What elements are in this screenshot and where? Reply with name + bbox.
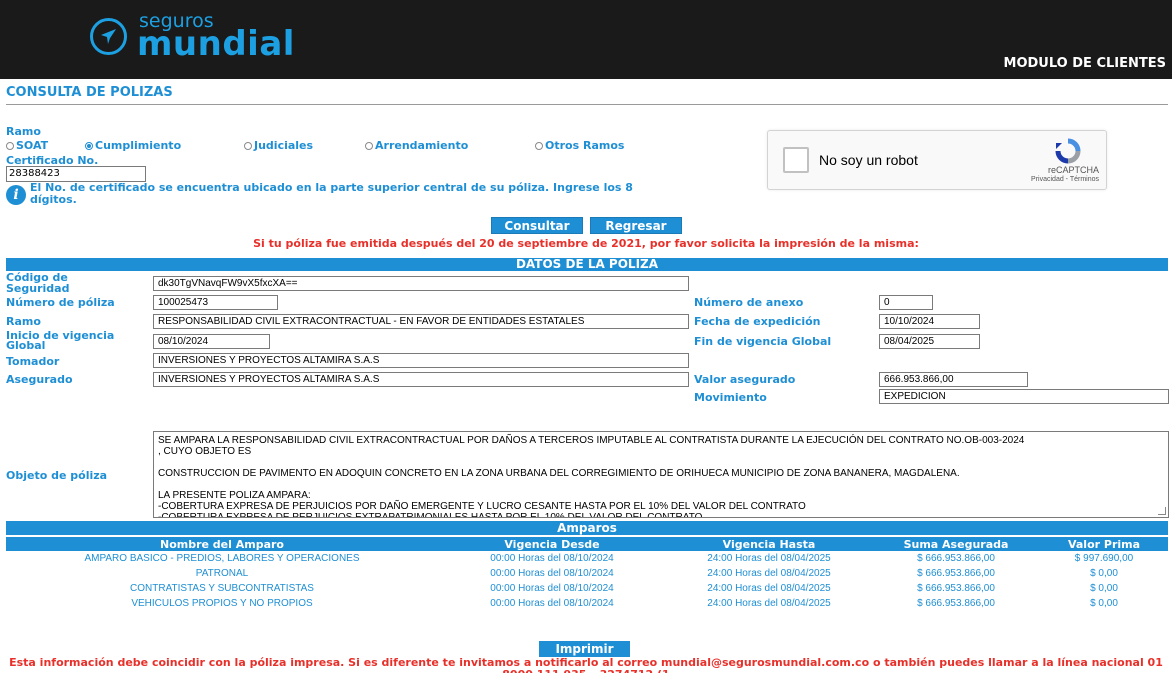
datos-section-header: DATOS DE LA POLIZA [6, 258, 1168, 271]
valor-prima-cell: $ 997.690,00 [1074, 553, 1134, 564]
vigencia-desde-cell: 00:00 Horas del 08/10/2024 [490, 568, 614, 579]
table-header-row: Nombre del Amparo Vigencia Desde Vigenci… [6, 537, 1168, 551]
module-title: MODULO DE CLIENTES [1003, 56, 1166, 71]
tomador-label: Tomador [6, 355, 60, 368]
suma-asegurada-cell: $ 666.953.866,00 [917, 583, 995, 594]
column-header: Vigencia Desde [438, 537, 666, 551]
ramo-label: Ramo [6, 125, 41, 138]
fin-vigencia-label: Fin de vigencia Global [694, 335, 832, 348]
valor-prima-cell: $ 0,00 [1090, 598, 1118, 609]
vigencia-desde-cell: 00:00 Horas del 08/10/2024 [490, 598, 614, 609]
info-text: El No. de certificado se encuentra ubica… [30, 181, 633, 206]
numero-poliza-field: 100025473 [153, 295, 278, 310]
recaptcha-widget: No soy un robot reCAPTCHA Privacidad - T… [767, 130, 1107, 190]
amparo-name-cell: AMPARO BASICO - PREDIOS, LABORES Y OPERA… [84, 553, 360, 564]
resize-grip-icon[interactable] [1158, 507, 1166, 515]
radio-dot-selected[interactable] [85, 141, 93, 150]
radio-cumplimiento[interactable]: Cumplimiento [85, 139, 181, 152]
radio-arrendamiento[interactable]: Arrendamiento [365, 139, 468, 152]
regresar-button[interactable]: Regresar [590, 217, 682, 234]
recaptcha-brand: reCAPTCHA [1047, 165, 1099, 175]
recaptcha-links[interactable]: Privacidad - Términos [1031, 176, 1099, 183]
table-row: PATRONAL 00:00 Horas del 08/10/2024 24:0… [6, 566, 1168, 581]
info-icon: i [6, 185, 26, 205]
suma-asegurada-cell: $ 666.953.866,00 [917, 568, 995, 579]
amparo-name-cell: CONTRATISTAS Y SUBCONTRATISTAS [130, 583, 314, 594]
column-header: Suma Asegurada [872, 537, 1040, 551]
vigencia-hasta-cell: 24:00 Horas del 08/04/2025 [707, 583, 831, 594]
radio-label: Arrendamiento [375, 139, 469, 152]
valor-asegurado-field: 666.953.866,00 [879, 372, 1028, 387]
asegurado-field: INVERSIONES Y PROYECTOS ALTAMIRA S.A.S [153, 372, 689, 387]
column-header: Valor Prima [1040, 537, 1168, 551]
fin-vigencia-field: 08/04/2025 [879, 334, 980, 349]
vigencia-desde-cell: 00:00 Horas del 08/10/2024 [490, 553, 614, 564]
objeto-text: SE AMPARA LA RESPONSABILIDAD CIVIL EXTRA… [158, 435, 1025, 518]
vigencia-desde-cell: 00:00 Horas del 08/10/2024 [490, 583, 614, 594]
table-row: CONTRATISTAS Y SUBCONTRATISTAS 00:00 Hor… [6, 581, 1168, 596]
suma-asegurada-cell: $ 666.953.866,00 [917, 598, 995, 609]
fecha-expedicion-field: 10/10/2024 [879, 314, 980, 329]
inicio-vigencia-label: Inicio de vigencia Global [6, 329, 115, 352]
radio-dot[interactable] [244, 141, 252, 150]
recaptcha-checkbox[interactable] [783, 147, 809, 173]
movimiento-field: EXPEDICION [879, 389, 1169, 404]
codigo-field: dk30TgVNavqFW9vX5fxcXA== [153, 276, 689, 291]
logo-compass-icon [90, 18, 127, 55]
radio-otros-ramos[interactable]: Otros Ramos [535, 139, 624, 152]
valor-prima-cell: $ 0,00 [1090, 568, 1118, 579]
codigo-label: Código de Seguridad [6, 271, 70, 295]
radio-label: Cumplimiento [95, 139, 182, 152]
objeto-textarea[interactable]: SE AMPARA LA RESPONSABILIDAD CIVIL EXTRA… [153, 431, 1169, 518]
tomador-field: INVERSIONES Y PROYECTOS ALTAMIRA S.A.S [153, 353, 689, 368]
page-title: CONSULTA DE POLIZAS [6, 85, 173, 100]
imprimir-button[interactable]: Imprimir [539, 641, 630, 657]
ramo-field-label: Ramo [6, 315, 41, 328]
radio-dot[interactable] [365, 141, 373, 150]
recaptcha-label: No soy un robot [819, 152, 918, 168]
numero-anexo-label: Número de anexo [694, 296, 804, 309]
title-divider [6, 104, 1168, 105]
radio-label: Otros Ramos [545, 139, 625, 152]
vigencia-hasta-cell: 24:00 Horas del 08/04/2025 [707, 568, 831, 579]
radio-judiciales[interactable]: Judiciales [244, 139, 313, 152]
fecha-expedicion-label: Fecha de expedición [694, 315, 821, 328]
radio-label: SOAT [16, 139, 49, 152]
certificado-input[interactable]: 28388423 [6, 166, 146, 182]
radio-dot[interactable] [6, 141, 14, 150]
amparo-name-cell: PATRONAL [195, 568, 249, 579]
asegurado-label: Asegurado [6, 373, 73, 386]
radio-soat[interactable]: SOAT [6, 139, 48, 152]
vigencia-hasta-cell: 24:00 Horas del 08/04/2025 [707, 553, 831, 564]
numero-anexo-field: 0 [879, 295, 933, 310]
amparo-name-cell: VEHICULOS PROPIOS Y NO PROPIOS [131, 598, 313, 609]
objeto-label: Objeto de póliza [6, 469, 108, 482]
numero-poliza-label: Número de póliza [6, 296, 115, 309]
column-header: Vigencia Hasta [666, 537, 872, 551]
suma-asegurada-cell: $ 666.953.866,00 [917, 553, 995, 564]
table-row: VEHICULOS PROPIOS Y NO PROPIOS 00:00 Hor… [6, 596, 1168, 611]
table-row: AMPARO BASICO - PREDIOS, LABORES Y OPERA… [6, 551, 1168, 566]
movimiento-label: Movimiento [694, 391, 767, 404]
reprint-notice: Si tu póliza fue emitida después del 20 … [253, 237, 919, 250]
vigencia-hasta-cell: 24:00 Horas del 08/04/2025 [707, 598, 831, 609]
valor-prima-cell: $ 0,00 [1090, 583, 1118, 594]
column-header: Nombre del Amparo [6, 537, 438, 551]
amparos-section-header: Amparos [6, 521, 1168, 535]
inicio-vigencia-field: 08/10/2024 [153, 334, 270, 349]
recaptcha-logo-icon [1053, 138, 1083, 168]
top-header: seguros mundial MODULO DE CLIENTES [0, 0, 1172, 79]
ramo-field: RESPONSABILIDAD CIVIL EXTRACONTRACTUAL -… [153, 314, 689, 329]
logo-main-text: mundial [137, 24, 295, 64]
consultar-button[interactable]: Consultar [491, 217, 583, 234]
footer-notice: Esta información debe coincidir con la p… [9, 656, 1163, 673]
amparos-table: Nombre del Amparo Vigencia Desde Vigenci… [6, 537, 1168, 611]
radio-dot[interactable] [535, 141, 543, 150]
radio-label: Judiciales [254, 139, 314, 152]
valor-asegurado-label: Valor asegurado [694, 373, 796, 386]
